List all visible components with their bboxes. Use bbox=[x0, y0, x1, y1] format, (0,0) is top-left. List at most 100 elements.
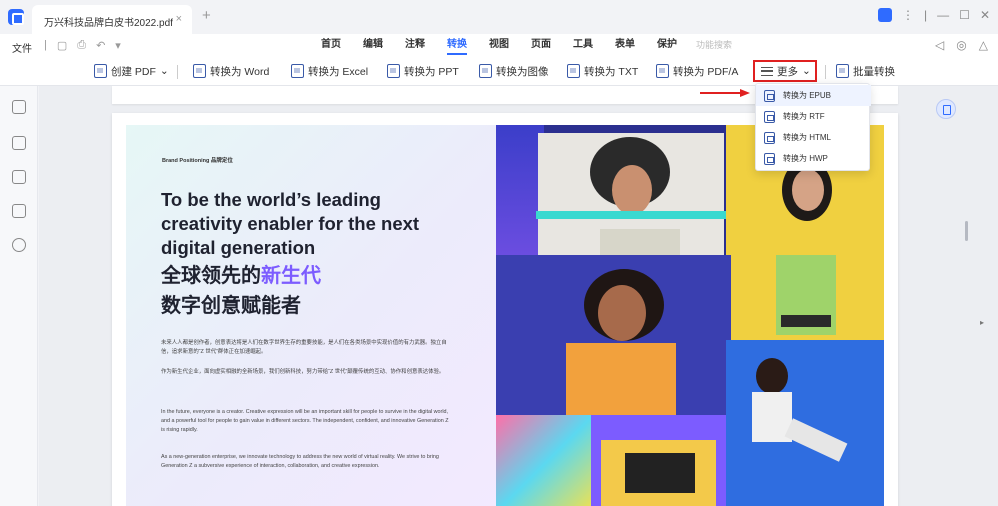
dropdown-arrow-icon[interactable]: ▾ bbox=[115, 39, 121, 52]
more-button[interactable]: 更多 ⌄ bbox=[753, 60, 817, 82]
txt-icon bbox=[567, 64, 580, 78]
file-menu[interactable]: 文件 bbox=[12, 40, 32, 55]
tab-form[interactable]: 表单 bbox=[604, 39, 646, 55]
ribbon: 文件 | ▢ ⎙ ↶ ▾ 首页 编辑 注释 转换 视图 页面 工具 表单 保护 … bbox=[0, 34, 998, 86]
english-headline: To be the world’s leading creativity ena… bbox=[161, 189, 420, 258]
collage-photo bbox=[726, 245, 884, 345]
create-pdf-icon bbox=[94, 64, 107, 78]
headline-line2: 数字创意赋能者 bbox=[161, 295, 301, 317]
english-paragraph-1: In the future, everyone is a creator. Cr… bbox=[161, 409, 449, 433]
collage-photo bbox=[591, 415, 726, 506]
page-text-panel: Brand Positioning 品牌定位 To be the world’s… bbox=[126, 125, 496, 506]
photo-collage bbox=[496, 125, 884, 506]
window-controls: ⋮ | — ☐ ✕ bbox=[878, 8, 990, 22]
chevron-down-icon: ⌄ bbox=[159, 65, 169, 77]
chevron-down-icon: ⌄ bbox=[802, 65, 811, 77]
chinese-paragraph-1: 未来人人都是创作者，创意表达将是人们在数字世界生存的重要技能，是人们在各类场景中… bbox=[161, 340, 447, 355]
convert-to-txt-label: 转换为 TXT bbox=[584, 65, 639, 78]
convert-to-ppt-button[interactable]: 转换为 PPT bbox=[387, 62, 459, 80]
menu-tabs: 首页 编辑 注释 转换 视图 页面 工具 表单 保护 功能搜索 bbox=[310, 39, 743, 55]
collage-stripe bbox=[536, 211, 726, 219]
menu-icon bbox=[761, 66, 773, 76]
batch-convert-button[interactable]: 批量转换 bbox=[836, 62, 895, 80]
collage-tile bbox=[496, 125, 544, 255]
close-tab-icon[interactable]: × bbox=[176, 13, 182, 25]
collapse-ribbon-icon[interactable]: △ bbox=[979, 38, 988, 52]
maximize-icon[interactable]: ☐ bbox=[959, 8, 970, 22]
feature-search[interactable]: 功能搜索 bbox=[688, 39, 743, 55]
collage-photo bbox=[726, 340, 884, 506]
more-dropdown-menu: 转换为 EPUB 转换为 RTF 转换为 HTML 转换为 HWP bbox=[755, 83, 871, 171]
create-pdf-label: 创建 PDF bbox=[111, 65, 156, 78]
convert-toolbar: 创建 PDF ⌄ 转换为 Word 转换为 Excel 转换为 PPT 转换为图… bbox=[0, 59, 998, 85]
convert-to-image-label: 转换为图像 bbox=[496, 65, 549, 78]
document-tab-title: 万兴科技品牌白皮书2022.pdf bbox=[44, 18, 173, 29]
annotation-arrow-icon bbox=[700, 89, 750, 97]
face-shape bbox=[612, 165, 652, 215]
document-page: Brand Positioning 品牌定位 To be the world’s… bbox=[112, 113, 898, 506]
jacket-shape bbox=[566, 343, 676, 415]
bookmark-icon[interactable] bbox=[12, 136, 26, 150]
menu-item-label: 转换为 RTF bbox=[783, 112, 825, 121]
convert-to-excel-button[interactable]: 转换为 Excel bbox=[291, 62, 368, 80]
group-silhouette bbox=[625, 453, 695, 493]
convert-to-txt-button[interactable]: 转换为 TXT bbox=[567, 62, 638, 80]
convert-to-word-label: 转换为 Word bbox=[210, 65, 270, 78]
face-shape bbox=[598, 285, 646, 341]
vertical-scrollbar[interactable] bbox=[965, 221, 968, 241]
tab-convert[interactable]: 转换 bbox=[436, 39, 478, 55]
convert-to-word-button[interactable]: 转换为 Word bbox=[193, 62, 269, 80]
batch-convert-label: 批量转换 bbox=[853, 65, 895, 78]
attachment-icon[interactable] bbox=[12, 204, 26, 218]
headline-prefix: 全球领先的 bbox=[161, 265, 261, 287]
undo-icon[interactable]: ↶ bbox=[96, 39, 105, 52]
left-sidebar bbox=[0, 86, 38, 506]
collage-photo bbox=[538, 133, 724, 259]
account-icon[interactable] bbox=[878, 8, 893, 22]
create-pdf-button[interactable]: 创建 PDF ⌄ bbox=[94, 62, 169, 80]
tab-protect[interactable]: 保护 bbox=[646, 39, 688, 55]
tab-page[interactable]: 页面 bbox=[520, 39, 562, 55]
more-options-icon[interactable]: ⋮ bbox=[902, 8, 914, 22]
close-window-icon[interactable]: ✕ bbox=[980, 8, 990, 22]
headline-accent: 新生代 bbox=[261, 265, 321, 287]
batch-icon bbox=[836, 64, 849, 78]
menu-item-epub[interactable]: 转换为 EPUB bbox=[756, 85, 871, 106]
top-right-tools: ◁ ◎ △ bbox=[935, 38, 988, 52]
image-icon bbox=[479, 64, 492, 78]
ai-assistant-icon[interactable] bbox=[936, 99, 956, 119]
share-icon[interactable]: ◁ bbox=[935, 38, 944, 52]
print-icon[interactable]: ⎙ bbox=[77, 39, 86, 52]
tab-home[interactable]: 首页 bbox=[310, 39, 352, 55]
tab-tools[interactable]: 工具 bbox=[562, 39, 604, 55]
ppt-icon bbox=[387, 64, 400, 78]
menu-item-rtf[interactable]: 转换为 RTF bbox=[756, 106, 871, 127]
convert-to-pdfa-button[interactable]: 转换为 PDF/A bbox=[656, 62, 738, 80]
comment-icon[interactable] bbox=[12, 170, 26, 184]
collage-photo bbox=[496, 255, 731, 415]
document-tab[interactable]: 万兴科技品牌白皮书2022.pdf × bbox=[32, 5, 192, 34]
menu-item-hwp[interactable]: 转换为 HWP bbox=[756, 148, 871, 169]
app-logo-icon bbox=[8, 9, 24, 25]
english-paragraph-2: As a new-generation enterprise, we innov… bbox=[161, 454, 439, 469]
hwp-icon bbox=[764, 152, 775, 165]
tab-view[interactable]: 视图 bbox=[478, 39, 520, 55]
menu-item-label: 转换为 HTML bbox=[783, 133, 831, 142]
convert-to-image-button[interactable]: 转换为图像 bbox=[479, 62, 549, 80]
new-tab-button[interactable]: + bbox=[202, 8, 211, 23]
face-shape bbox=[792, 169, 824, 211]
chinese-paragraph-2: 作为新生代企业，面向虚实相融的全新场景，我们创新科技，努力带给“Z 世代”颠覆传… bbox=[161, 369, 445, 375]
search-icon[interactable] bbox=[12, 238, 26, 252]
separator-icon: | bbox=[924, 8, 928, 22]
menu-item-html[interactable]: 转换为 HTML bbox=[756, 127, 871, 148]
save-icon[interactable]: ▢ bbox=[57, 39, 67, 52]
expand-right-panel-icon[interactable]: ▸ bbox=[980, 318, 984, 327]
tab-comment[interactable]: 注释 bbox=[394, 39, 436, 55]
minimize-icon[interactable]: — bbox=[937, 8, 949, 22]
cloud-icon[interactable]: ◎ bbox=[956, 38, 966, 52]
thumbnails-icon[interactable] bbox=[12, 100, 26, 114]
separator-icon: | bbox=[44, 39, 47, 51]
menu-item-label: 转换为 EPUB bbox=[783, 91, 832, 100]
tab-edit[interactable]: 编辑 bbox=[352, 39, 394, 55]
convert-to-excel-label: 转换为 Excel bbox=[308, 65, 369, 78]
